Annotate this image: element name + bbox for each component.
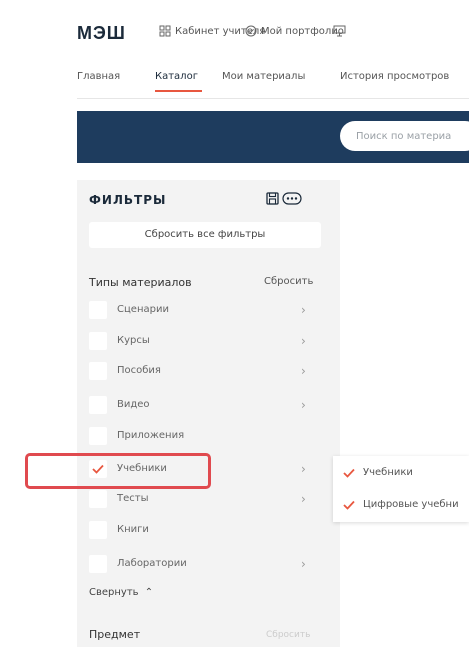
textbooks-submenu — [333, 456, 469, 522]
filter-item-label: Тесты — [117, 493, 149, 504]
portfolio-link[interactable]: Мой портфолио — [245, 25, 344, 37]
checkbox[interactable] — [89, 555, 107, 573]
checkbox[interactable] — [89, 521, 107, 539]
check-circle-icon — [245, 25, 257, 37]
material-types-heading: Типы материалов — [89, 276, 192, 289]
monitor-icon — [333, 25, 346, 37]
chevron-right-icon[interactable]: › — [301, 492, 306, 506]
material-types-reset-link[interactable]: Сбросить — [264, 276, 313, 287]
monitor-link[interactable] — [333, 25, 346, 37]
filter-item-label: Приложения — [117, 430, 185, 441]
org-chart-icon — [159, 25, 171, 37]
filter-item-scenarios[interactable]: Сценарии › — [89, 301, 329, 321]
active-tab-indicator — [155, 90, 202, 92]
filter-item-courses[interactable]: Курсы › — [89, 332, 329, 352]
subnav-divider — [77, 98, 469, 99]
chevron-right-icon[interactable]: › — [301, 303, 306, 317]
reset-all-filters-button[interactable]: Сбросить все фильтры — [89, 222, 321, 248]
filter-item-video[interactable]: Видео › — [89, 396, 329, 416]
submenu-item-label: Учебники — [363, 467, 413, 478]
subject-reset-link[interactable]: Сбросить — [266, 630, 310, 640]
chevron-right-icon[interactable]: › — [301, 398, 306, 412]
subject-heading: Предмет — [89, 628, 141, 641]
filter-item-tests[interactable]: Тесты › — [89, 490, 329, 510]
filters-title: ФИЛЬТРЫ — [89, 193, 167, 207]
chevron-right-icon[interactable]: › — [301, 462, 306, 476]
highlight-annotation — [25, 453, 211, 489]
filter-item-label: Лаборатории — [117, 558, 187, 569]
checkmark-icon — [343, 500, 355, 510]
checkbox[interactable] — [89, 332, 107, 350]
collapse-label: Свернуть — [89, 587, 139, 598]
checkmark-icon — [343, 468, 355, 478]
chevron-right-icon[interactable]: › — [301, 364, 306, 378]
checkbox[interactable] — [89, 301, 107, 319]
checkbox[interactable] — [89, 362, 107, 380]
filter-item-applications[interactable]: Приложения — [89, 427, 329, 447]
checkbox[interactable] — [89, 396, 107, 414]
subnav-history[interactable]: История просмотров — [340, 71, 449, 82]
submenu-item-digital-textbooks[interactable]: Цифровые учебни — [343, 499, 459, 510]
search-input[interactable]: Поиск по материа — [356, 131, 451, 142]
chevron-right-icon[interactable]: › — [301, 334, 306, 348]
filter-item-laboratories[interactable]: Лаборатории › — [89, 555, 329, 575]
filter-item-label: Книги — [117, 524, 149, 535]
filter-item-label: Видео — [117, 399, 150, 410]
filter-item-label: Сценарии — [117, 304, 169, 315]
chevron-right-icon[interactable]: › — [301, 557, 306, 571]
save-icon[interactable] — [266, 190, 279, 209]
filter-item-manuals[interactable]: Пособия › — [89, 362, 329, 382]
subnav-catalog[interactable]: Каталог — [155, 71, 198, 82]
checkbox[interactable] — [89, 427, 107, 445]
filter-item-label: Пособия — [117, 365, 161, 376]
chevron-up-icon: ⌃ — [144, 587, 154, 598]
portfolio-label: Мой портфолио — [261, 25, 344, 37]
submenu-item-label: Цифровые учебни — [363, 499, 459, 510]
checkbox[interactable] — [89, 490, 107, 508]
collapse-link[interactable]: Свернуть ⌃ — [89, 587, 153, 598]
submenu-item-textbooks[interactable]: Учебники — [343, 467, 413, 478]
filter-item-books[interactable]: Книги — [89, 521, 329, 541]
filter-item-label: Курсы — [117, 335, 150, 346]
subnav-main[interactable]: Главная — [77, 71, 120, 82]
more-options-icon[interactable] — [282, 190, 302, 209]
subnav-my-materials[interactable]: Мои материалы — [222, 71, 305, 82]
mesh-logo[interactable]: МЭШ — [77, 23, 126, 44]
